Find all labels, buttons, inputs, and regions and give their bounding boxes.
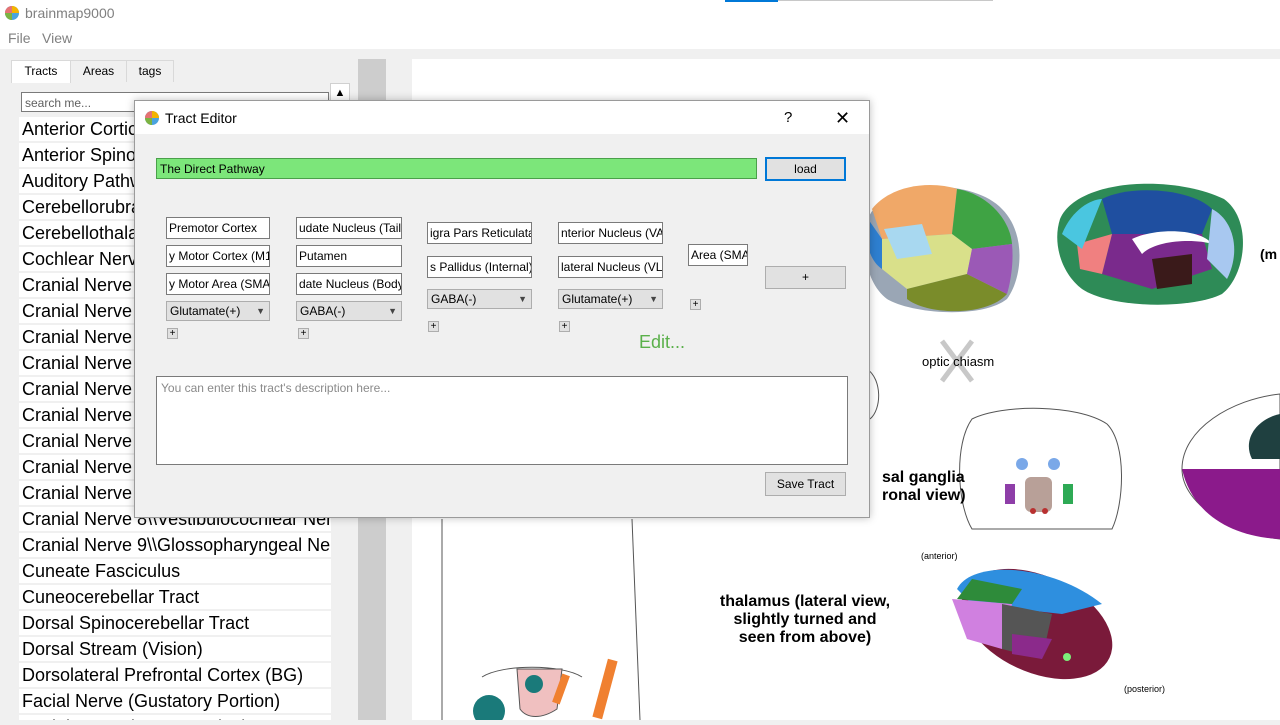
close-icon[interactable]: ✕ <box>835 109 850 127</box>
area-field-2-1[interactable]: udate Nucleus (Tail) <box>296 217 402 239</box>
basal-ganglia-label-2: ronal view) <box>882 487 966 504</box>
description-textarea[interactable]: You can enter this tract's description h… <box>156 376 848 465</box>
lateral-brain-image <box>864 185 1020 313</box>
title-accent-line <box>725 0 778 2</box>
menu-file[interactable]: File <box>8 30 31 46</box>
area-field-4-2[interactable]: lateral Nucleus (VL) <box>558 256 663 278</box>
area-field-4-1[interactable]: nterior Nucleus (VA) <box>558 222 663 244</box>
tract-list-item[interactable]: Cranial Nerve 9\\Glossopharyngeal Ner <box>19 533 331 557</box>
app-logo-icon <box>145 111 159 125</box>
transmitter-value: GABA(-) <box>431 292 477 306</box>
optic-chiasm-label: optic chiasm <box>922 354 994 369</box>
tract-list-item[interactable]: Facial Nerve (Motor Portion) <box>19 715 331 720</box>
medial-brain-image <box>1057 183 1243 305</box>
area-field-2-3[interactable]: date Nucleus (Body) <box>296 273 402 295</box>
dialog-titlebar: Tract Editor ? ✕ <box>135 101 869 134</box>
transmitter-select-4[interactable]: Glutamate(+) ▼ <box>558 289 663 309</box>
thalamus-label: thalamus (lateral view, slightly turned … <box>719 593 891 646</box>
add-area-button-2[interactable]: + <box>298 328 309 339</box>
tab-areas[interactable]: Areas <box>70 60 127 82</box>
tract-list-item[interactable]: Facial Nerve (Gustatory Portion) <box>19 689 331 713</box>
chevron-down-icon: ▼ <box>388 306 397 316</box>
dialog-title: Tract Editor <box>165 110 237 126</box>
transmitter-value: Glutamate(+) <box>562 292 633 306</box>
add-area-button-4[interactable]: + <box>559 321 570 332</box>
transmitter-value: GABA(-) <box>300 304 346 318</box>
thalamus-image <box>952 568 1113 680</box>
chevron-down-icon: ▼ <box>649 294 658 304</box>
menubar: File View <box>0 27 1280 49</box>
app-logo-icon <box>5 6 19 20</box>
add-column-button[interactable]: + <box>765 266 846 289</box>
coronal-brain-image <box>959 407 1122 530</box>
source-area-field-3[interactable]: y Motor Area (SMA) <box>166 273 270 295</box>
transmitter-select-3[interactable]: GABA(-) ▼ <box>427 289 532 309</box>
source-area-field-1[interactable]: Premotor Cortex <box>166 217 270 239</box>
title-divider <box>778 0 993 1</box>
edit-link[interactable]: Edit... <box>639 332 685 353</box>
menu-view[interactable]: View <box>42 30 72 46</box>
help-button[interactable]: ? <box>784 109 792 126</box>
load-button[interactable]: load <box>765 157 846 181</box>
transmitter-value: Glutamate(+) <box>170 304 241 318</box>
area-field-3-2[interactable]: s Pallidus (Internal) <box>427 256 532 278</box>
tract-list-item[interactable]: Dorsolateral Prefrontal Cortex (BG) <box>19 663 331 687</box>
tract-list-item[interactable]: Dorsal Spinocerebellar Tract <box>19 611 331 635</box>
transmitter-select-2[interactable]: GABA(-) ▼ <box>296 301 402 321</box>
add-area-button-1[interactable]: + <box>167 328 178 339</box>
m-label: (m <box>1260 246 1277 262</box>
tract-editor-dialog: Tract Editor ? ✕ The Direct Pathway load… <box>134 100 870 518</box>
source-area-field-2[interactable]: y Motor Cortex (M1) <box>166 245 270 267</box>
app-titlebar: brainmap9000 <box>0 0 1280 27</box>
save-tract-button[interactable]: Save Tract <box>765 472 846 496</box>
tract-list-item[interactable]: Cuneate Fasciculus <box>19 559 331 583</box>
area-field-2-2[interactable]: Putamen <box>296 245 402 267</box>
anterior-label: (anterior) <box>921 551 958 561</box>
chevron-down-icon: ▼ <box>256 306 265 316</box>
chevron-down-icon: ▼ <box>518 294 527 304</box>
tract-list-item[interactable]: Dorsal Stream (Vision) <box>19 637 331 661</box>
basal-ganglia-label-1: sal ganglia <box>882 469 965 486</box>
add-area-button-5[interactable]: + <box>690 299 701 310</box>
area-field-5-1[interactable]: Area (SMA) <box>688 244 748 266</box>
posterior-label: (posterior) <box>1124 684 1165 694</box>
transmitter-select-1[interactable]: Glutamate(+) ▼ <box>166 301 270 321</box>
add-area-button-3[interactable]: + <box>428 321 439 332</box>
area-field-3-1[interactable]: igra Pars Reticulata <box>427 222 532 244</box>
tab-tracts[interactable]: Tracts <box>11 60 71 83</box>
tract-list-item[interactable]: Cuneocerebellar Tract <box>19 585 331 609</box>
tract-name-input[interactable]: The Direct Pathway <box>156 158 757 179</box>
tab-tags[interactable]: tags <box>126 60 174 82</box>
app-title: brainmap9000 <box>25 5 115 21</box>
